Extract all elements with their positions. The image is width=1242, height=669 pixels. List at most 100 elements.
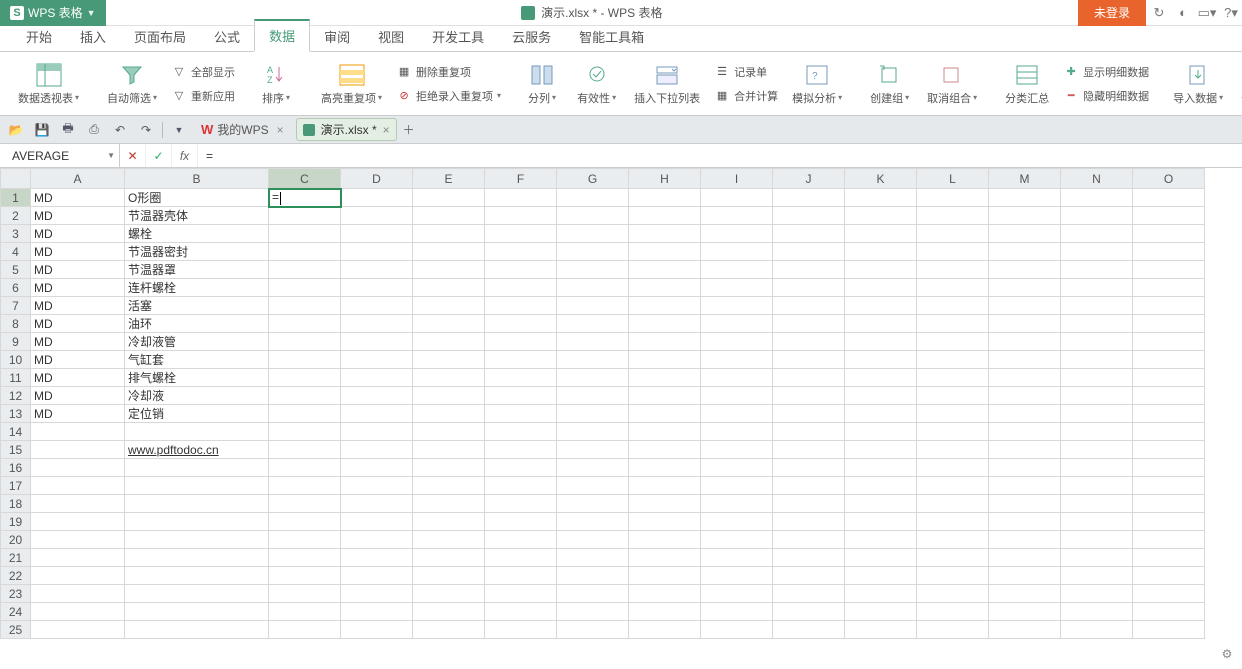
cell-E14[interactable]	[413, 423, 485, 441]
cell-H15[interactable]	[629, 441, 701, 459]
cell-H20[interactable]	[629, 531, 701, 549]
cell-F10[interactable]	[485, 351, 557, 369]
cell-A13[interactable]: MD	[31, 405, 125, 423]
cell-B21[interactable]	[125, 549, 269, 567]
cell-N20[interactable]	[1061, 531, 1133, 549]
cell-L21[interactable]	[917, 549, 989, 567]
cell-N8[interactable]	[1061, 315, 1133, 333]
cell-I20[interactable]	[701, 531, 773, 549]
row-header-12[interactable]: 12	[1, 387, 31, 405]
cell-F15[interactable]	[485, 441, 557, 459]
save-icon[interactable]: 💾	[32, 120, 52, 140]
cell-N23[interactable]	[1061, 585, 1133, 603]
sheet-settings-icon[interactable]: ⚙	[1218, 645, 1236, 663]
cell-H21[interactable]	[629, 549, 701, 567]
cell-K24[interactable]	[845, 603, 917, 621]
row-header-22[interactable]: 22	[1, 567, 31, 585]
cell-B18[interactable]	[125, 495, 269, 513]
cell-M20[interactable]	[989, 531, 1061, 549]
cell-M12[interactable]	[989, 387, 1061, 405]
cell-O18[interactable]	[1133, 495, 1205, 513]
cell-J19[interactable]	[773, 513, 845, 531]
cell-E9[interactable]	[413, 333, 485, 351]
cell-H17[interactable]	[629, 477, 701, 495]
row-header-7[interactable]: 7	[1, 297, 31, 315]
cell-L2[interactable]	[917, 207, 989, 225]
redo-icon[interactable]: ↷	[136, 120, 156, 140]
cell-N22[interactable]	[1061, 567, 1133, 585]
cell-O6[interactable]	[1133, 279, 1205, 297]
pivot-table-button[interactable]: 数据透视表▾	[12, 60, 85, 108]
text-to-columns-button[interactable]: 分列▾	[519, 60, 565, 108]
cell-E18[interactable]	[413, 495, 485, 513]
cell-O9[interactable]	[1133, 333, 1205, 351]
cell-C8[interactable]	[269, 315, 341, 333]
cell-F2[interactable]	[485, 207, 557, 225]
cell-I13[interactable]	[701, 405, 773, 423]
cell-N25[interactable]	[1061, 621, 1133, 639]
cell-M25[interactable]	[989, 621, 1061, 639]
cell-N1[interactable]	[1061, 189, 1133, 207]
cell-G25[interactable]	[557, 621, 629, 639]
cell-L8[interactable]	[917, 315, 989, 333]
cell-B9[interactable]: 冷却液管	[125, 333, 269, 351]
cell-L15[interactable]	[917, 441, 989, 459]
cell-A21[interactable]	[31, 549, 125, 567]
cell-F18[interactable]	[485, 495, 557, 513]
menu-tab-5[interactable]: 审阅	[310, 22, 364, 51]
cell-B4[interactable]: 节温器密封	[125, 243, 269, 261]
menu-tab-8[interactable]: 云服务	[498, 22, 565, 51]
cell-M16[interactable]	[989, 459, 1061, 477]
cell-C15[interactable]	[269, 441, 341, 459]
col-header-D[interactable]: D	[341, 169, 413, 189]
select-all-corner[interactable]	[1, 169, 31, 189]
cell-M3[interactable]	[989, 225, 1061, 243]
cell-M2[interactable]	[989, 207, 1061, 225]
cell-D12[interactable]	[341, 387, 413, 405]
cell-C14[interactable]	[269, 423, 341, 441]
cell-C23[interactable]	[269, 585, 341, 603]
cell-H4[interactable]	[629, 243, 701, 261]
cell-L5[interactable]	[917, 261, 989, 279]
cell-E7[interactable]	[413, 297, 485, 315]
cell-B15[interactable]: www.pdftodoc.cn	[125, 441, 269, 459]
cell-F1[interactable]	[485, 189, 557, 207]
cell-A25[interactable]	[31, 621, 125, 639]
cell-N11[interactable]	[1061, 369, 1133, 387]
cell-D13[interactable]	[341, 405, 413, 423]
cell-C1[interactable]: =	[269, 189, 341, 207]
cell-K2[interactable]	[845, 207, 917, 225]
cell-K8[interactable]	[845, 315, 917, 333]
cell-O7[interactable]	[1133, 297, 1205, 315]
cell-A9[interactable]: MD	[31, 333, 125, 351]
cell-H14[interactable]	[629, 423, 701, 441]
cell-N6[interactable]	[1061, 279, 1133, 297]
cell-F13[interactable]	[485, 405, 557, 423]
cell-F6[interactable]	[485, 279, 557, 297]
cell-L3[interactable]	[917, 225, 989, 243]
cell-F22[interactable]	[485, 567, 557, 585]
cell-F8[interactable]	[485, 315, 557, 333]
cell-J12[interactable]	[773, 387, 845, 405]
cell-F17[interactable]	[485, 477, 557, 495]
cell-G11[interactable]	[557, 369, 629, 387]
cell-D20[interactable]	[341, 531, 413, 549]
cell-A20[interactable]	[31, 531, 125, 549]
cell-J5[interactable]	[773, 261, 845, 279]
cell-D22[interactable]	[341, 567, 413, 585]
cell-F24[interactable]	[485, 603, 557, 621]
cell-L6[interactable]	[917, 279, 989, 297]
cell-I3[interactable]	[701, 225, 773, 243]
row-header-4[interactable]: 4	[1, 243, 31, 261]
cell-I21[interactable]	[701, 549, 773, 567]
cell-C20[interactable]	[269, 531, 341, 549]
cell-J25[interactable]	[773, 621, 845, 639]
cell-N21[interactable]	[1061, 549, 1133, 567]
cell-D16[interactable]	[341, 459, 413, 477]
cell-L16[interactable]	[917, 459, 989, 477]
cell-B1[interactable]: O形圈	[125, 189, 269, 207]
cell-N18[interactable]	[1061, 495, 1133, 513]
cell-B6[interactable]: 连杆螺栓	[125, 279, 269, 297]
skin-icon[interactable]: ◐	[1172, 0, 1194, 26]
cell-G10[interactable]	[557, 351, 629, 369]
